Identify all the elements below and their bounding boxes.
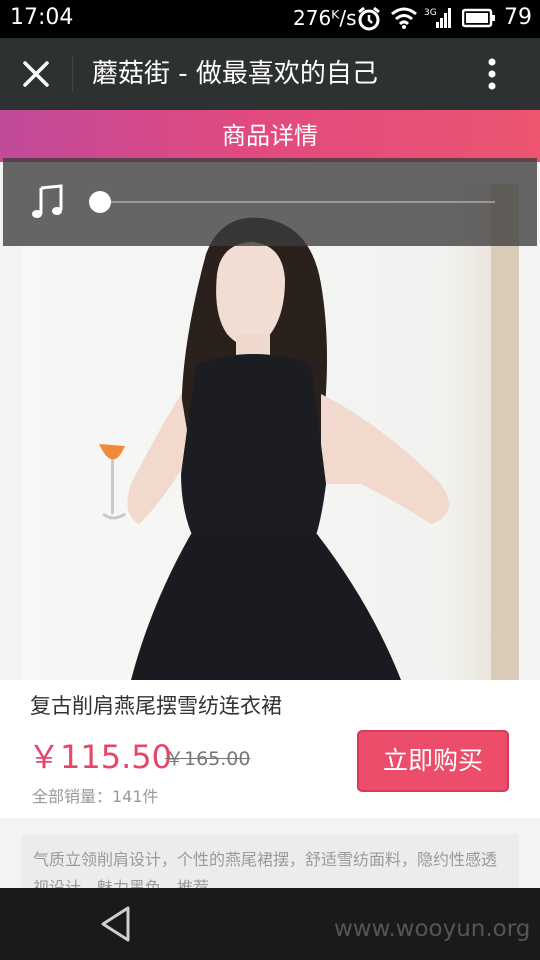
back-triangle-icon[interactable]: [98, 904, 134, 944]
network-speed: 276ᴷ/s: [293, 6, 357, 30]
svg-text:3G: 3G: [424, 8, 437, 18]
music-player: [3, 158, 537, 246]
product-name: 复古削肩燕尾摆雪纺连衣裙: [30, 694, 282, 718]
alarm-icon: [356, 6, 382, 36]
status-bar: 17:04 276ᴷ/s 3G 79: [0, 0, 540, 38]
section-header: 商品详情: [0, 110, 540, 162]
sales-count: 全部销量：141件: [32, 787, 159, 806]
close-icon[interactable]: [18, 56, 54, 92]
product-detail: 复古削肩燕尾摆雪纺连衣裙 ￥115.50 ￥165.00 全部销量：141件 立…: [0, 162, 540, 888]
title-bar: 蘑菇街 - 做最喜欢的自己: [0, 38, 540, 110]
section-title: 商品详情: [222, 122, 318, 150]
page-title: 蘑菇街 - 做最喜欢的自己: [92, 59, 378, 89]
status-time: 17:04: [10, 5, 74, 30]
battery-icon: [461, 6, 496, 34]
music-progress-handle[interactable]: [89, 191, 111, 213]
more-vertical-icon[interactable]: [476, 56, 508, 92]
watermark: www.wooyun.org: [334, 916, 531, 942]
product-price: ￥115.50: [28, 738, 172, 776]
music-progress-track[interactable]: [99, 201, 495, 203]
product-info: 复古削肩燕尾摆雪纺连衣裙 ￥115.50 ￥165.00 全部销量：141件 立…: [0, 680, 540, 818]
wifi-icon: [390, 6, 418, 34]
buy-now-button[interactable]: 立即购买: [357, 730, 509, 792]
product-photo[interactable]: [21, 184, 519, 680]
3g-signal-icon: 3G: [424, 6, 452, 34]
battery-level: 79: [504, 5, 532, 30]
product-description: 气质立领削肩设计，个性的燕尾裙摆，舒适雪纺面料，隐约性感透视设计，魅力黑色，推荐: [21, 834, 519, 888]
system-nav-bar: www.wooyun.org: [0, 888, 540, 960]
title-divider: [72, 56, 73, 92]
original-price: ￥165.00: [165, 748, 251, 770]
music-note-icon[interactable]: [31, 184, 65, 220]
